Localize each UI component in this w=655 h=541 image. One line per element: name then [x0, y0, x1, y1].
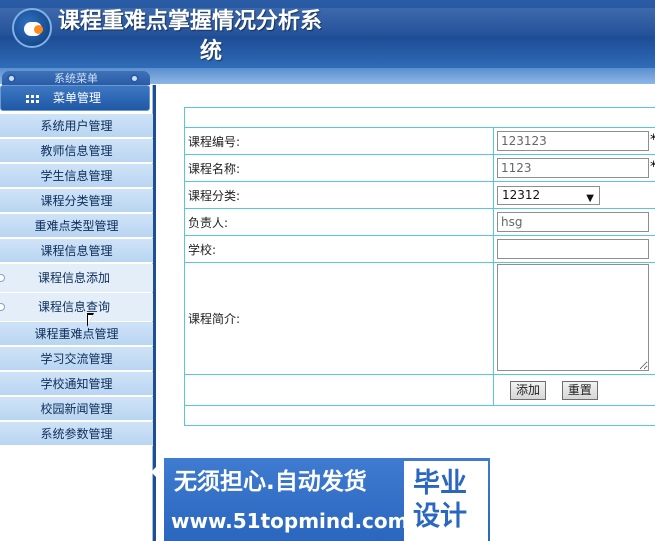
add-button[interactable]: 添加	[510, 380, 547, 400]
form-bottom-spacer	[184, 405, 655, 426]
sidebar-item-course-keypoints[interactable]: 课程重难点管理	[0, 322, 153, 346]
sidebar-item-school-notices[interactable]: 学校通知管理	[0, 372, 153, 396]
reset-button[interactable]: 重置	[561, 380, 598, 400]
owner-label: 负责人:	[184, 208, 494, 236]
banner-line1: 无须担心.自动发货	[174, 469, 367, 495]
sidebar-divider[interactable]	[151, 85, 156, 541]
grid-menu-icon	[26, 95, 42, 105]
sidebar-item-system-params[interactable]: 系统参数管理	[0, 422, 153, 446]
app-title-wrap: 统	[200, 39, 223, 64]
sidebar-subitem-course-add[interactable]: 课程信息添加	[0, 264, 153, 292]
form-top-spacer	[184, 107, 655, 128]
system-menu-tab[interactable]: 系统菜单	[2, 71, 150, 85]
course-name-input[interactable]	[497, 158, 649, 178]
course-category-label: 课程分类:	[184, 181, 494, 209]
dropdown-arrow-icon: ▼	[586, 192, 594, 204]
bullet-icon	[0, 303, 5, 311]
sidebar-item-campus-news[interactable]: 校园新闻管理	[0, 397, 153, 421]
sidebar-subitem-label: 课程信息查询	[38, 300, 111, 314]
intro-cell	[493, 262, 655, 375]
bullet-icon	[0, 274, 5, 282]
sidebar-item-course-categories[interactable]: 课程分类管理	[0, 189, 153, 213]
school-input[interactable]	[497, 239, 649, 259]
banner-url: www.51topmind.com	[171, 509, 409, 533]
sidebar-subitem-label: 课程信息添加	[38, 271, 111, 285]
tab-right-cap-icon	[130, 74, 139, 83]
owner-cell	[493, 208, 655, 236]
app-title: 课程重难点掌握情况分析系	[58, 9, 323, 34]
system-menu-tab-label: 系统菜单	[54, 72, 98, 85]
owner-input[interactable]	[497, 212, 649, 232]
course-form-table: 课程编号: * 课程名称: * 课程分类: 12312 ▼ 负责人:	[184, 107, 655, 426]
course-category-cell: 12312 ▼	[493, 181, 655, 209]
course-no-input[interactable]	[497, 131, 649, 151]
logo-dot	[34, 25, 43, 34]
sidebar-item-teachers[interactable]: 教师信息管理	[0, 139, 153, 163]
banner-badge: 毕业 设计	[404, 461, 488, 541]
course-category-selected: 12312	[502, 187, 541, 202]
intro-textarea[interactable]	[497, 263, 649, 371]
sidebar-header[interactable]: 菜单管理	[0, 85, 150, 111]
app-header: 课程重难点掌握情况分析系 统	[0, 0, 655, 68]
course-name-cell: *	[493, 154, 655, 182]
button-row-spacer	[184, 374, 494, 406]
sidebar-item-difficulty-types[interactable]: 重难点类型管理	[0, 214, 153, 238]
promo-banner[interactable]: 无须担心.自动发货 www.51topmind.com 毕业 设计	[164, 458, 490, 541]
school-cell	[493, 235, 655, 263]
button-cell: 添加 重置	[493, 374, 655, 406]
sidebar-item-study-exchange[interactable]: 学习交流管理	[0, 347, 153, 371]
tab-left-cap-icon	[7, 74, 16, 83]
intro-label: 课程简介:	[184, 262, 494, 375]
sidebar-item-system-users[interactable]: 系统用户管理	[0, 114, 153, 138]
banner-badge-line2: 设计	[413, 501, 467, 532]
course-no-cell: *	[493, 127, 655, 155]
required-mark: *	[650, 159, 655, 175]
mouse-cursor-icon	[87, 313, 94, 327]
required-mark: *	[650, 132, 655, 148]
collapse-arrow-icon[interactable]	[151, 467, 156, 477]
course-category-select[interactable]: 12312 ▼	[497, 185, 600, 205]
sidebar-item-students[interactable]: 学生信息管理	[0, 164, 153, 188]
course-name-label: 课程名称:	[184, 154, 494, 182]
sidebar-item-course-info[interactable]: 课程信息管理	[0, 239, 153, 263]
banner-badge-line1: 毕业	[413, 468, 467, 499]
school-label: 学校:	[184, 235, 494, 263]
sidebar-header-label: 菜单管理	[53, 91, 102, 105]
app-logo	[12, 8, 52, 48]
sidebar: 菜单管理 系统用户管理 教师信息管理 学生信息管理 课程分类管理 重难点类型管理…	[0, 85, 153, 541]
course-no-label: 课程编号:	[184, 127, 494, 155]
sidebar-subitem-course-query[interactable]: 课程信息查询	[0, 293, 153, 321]
